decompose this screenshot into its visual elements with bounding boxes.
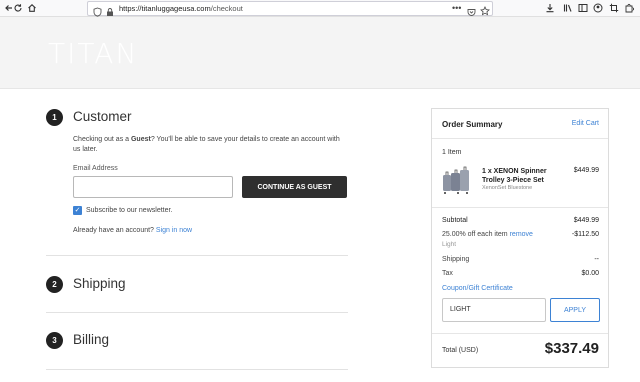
subtotal-value: $449.99 [573, 217, 599, 224]
newsletter-label: Subscribe to our newsletter. [86, 207, 173, 214]
discount-value: -$112.50 [571, 231, 599, 238]
coupon-code-input[interactable]: LIGHT [442, 298, 546, 322]
shipping-label: Shipping [442, 256, 470, 263]
url-host: https://titanluggageusa.com [119, 4, 211, 13]
reload-icon[interactable] [11, 1, 25, 15]
sidebar-icon[interactable] [576, 1, 590, 15]
step-number-customer: 1 [46, 109, 63, 126]
billing-heading[interactable]: Billing [73, 332, 109, 347]
shipping-value: -- [594, 256, 599, 263]
titan-logo[interactable]: TITAN [48, 37, 138, 70]
newsletter-checkbox[interactable]: ✓ [73, 206, 82, 215]
url-text: https://titanluggageusa.com/checkout [119, 3, 243, 15]
order-summary-panel: Order Summary Edit Cart 1 Item 1 x XENON… [431, 108, 609, 368]
sign-in-prompt: Already have an account? Sign in now [73, 227, 193, 234]
continue-as-guest-button[interactable]: CONTINUE AS GUEST [242, 176, 347, 198]
discount-code: Light [442, 241, 457, 248]
email-field[interactable] [73, 176, 233, 198]
customer-heading: Customer [73, 109, 132, 124]
summary-divider [432, 207, 608, 208]
section-divider [46, 369, 348, 370]
step-number-billing: 3 [46, 332, 63, 349]
extension-icon[interactable] [622, 1, 636, 15]
step-number-shipping: 2 [46, 276, 63, 293]
site-header: TITAN [0, 17, 640, 89]
coupon-link[interactable]: Coupon/Gift Certificate [442, 285, 513, 292]
shipping-heading[interactable]: Shipping [73, 276, 126, 291]
email-label: Email Address [73, 165, 118, 172]
summary-divider [432, 138, 608, 139]
item-count: 1 Item [442, 149, 462, 156]
page-actions-icon[interactable]: ••• [452, 2, 461, 14]
library-icon[interactable] [561, 1, 575, 15]
url-bar[interactable]: https://titanluggageusa.com/checkout ••• [87, 1, 493, 17]
remove-discount-link[interactable]: remove [510, 231, 533, 238]
downloads-icon[interactable] [543, 1, 557, 15]
tax-label: Tax [442, 270, 453, 277]
tax-value: $0.00 [581, 270, 599, 277]
section-divider [46, 255, 348, 256]
total-value: $337.49 [544, 340, 599, 357]
url-path: /checkout [210, 4, 243, 13]
product-name[interactable]: 1 x XENON Spinner Trolley 3-Piece Set [482, 167, 547, 185]
summary-divider [432, 333, 608, 334]
product-image[interactable] [441, 166, 471, 201]
total-label: Total (USD) [442, 347, 479, 354]
screenshot-icon[interactable] [607, 1, 621, 15]
order-summary-title: Order Summary [442, 120, 503, 129]
discount-label: 25.00% off each item remove [442, 231, 533, 238]
guest-checkout-text: Checking out as a Guest? You'll be able … [73, 136, 340, 153]
sign-in-link[interactable]: Sign in now [156, 227, 192, 234]
account-icon[interactable] [591, 1, 605, 15]
edit-cart-link[interactable]: Edit Cart [572, 120, 599, 127]
product-variant: XenonSet Bluestone [482, 185, 533, 191]
apply-coupon-button[interactable]: APPLY [550, 298, 600, 322]
subtotal-label: Subtotal [442, 217, 468, 224]
browser-toolbar: https://titanluggageusa.com/checkout ••• [0, 0, 640, 17]
home-icon[interactable] [25, 1, 39, 15]
section-divider [46, 312, 348, 313]
product-price: $449.99 [573, 167, 599, 174]
